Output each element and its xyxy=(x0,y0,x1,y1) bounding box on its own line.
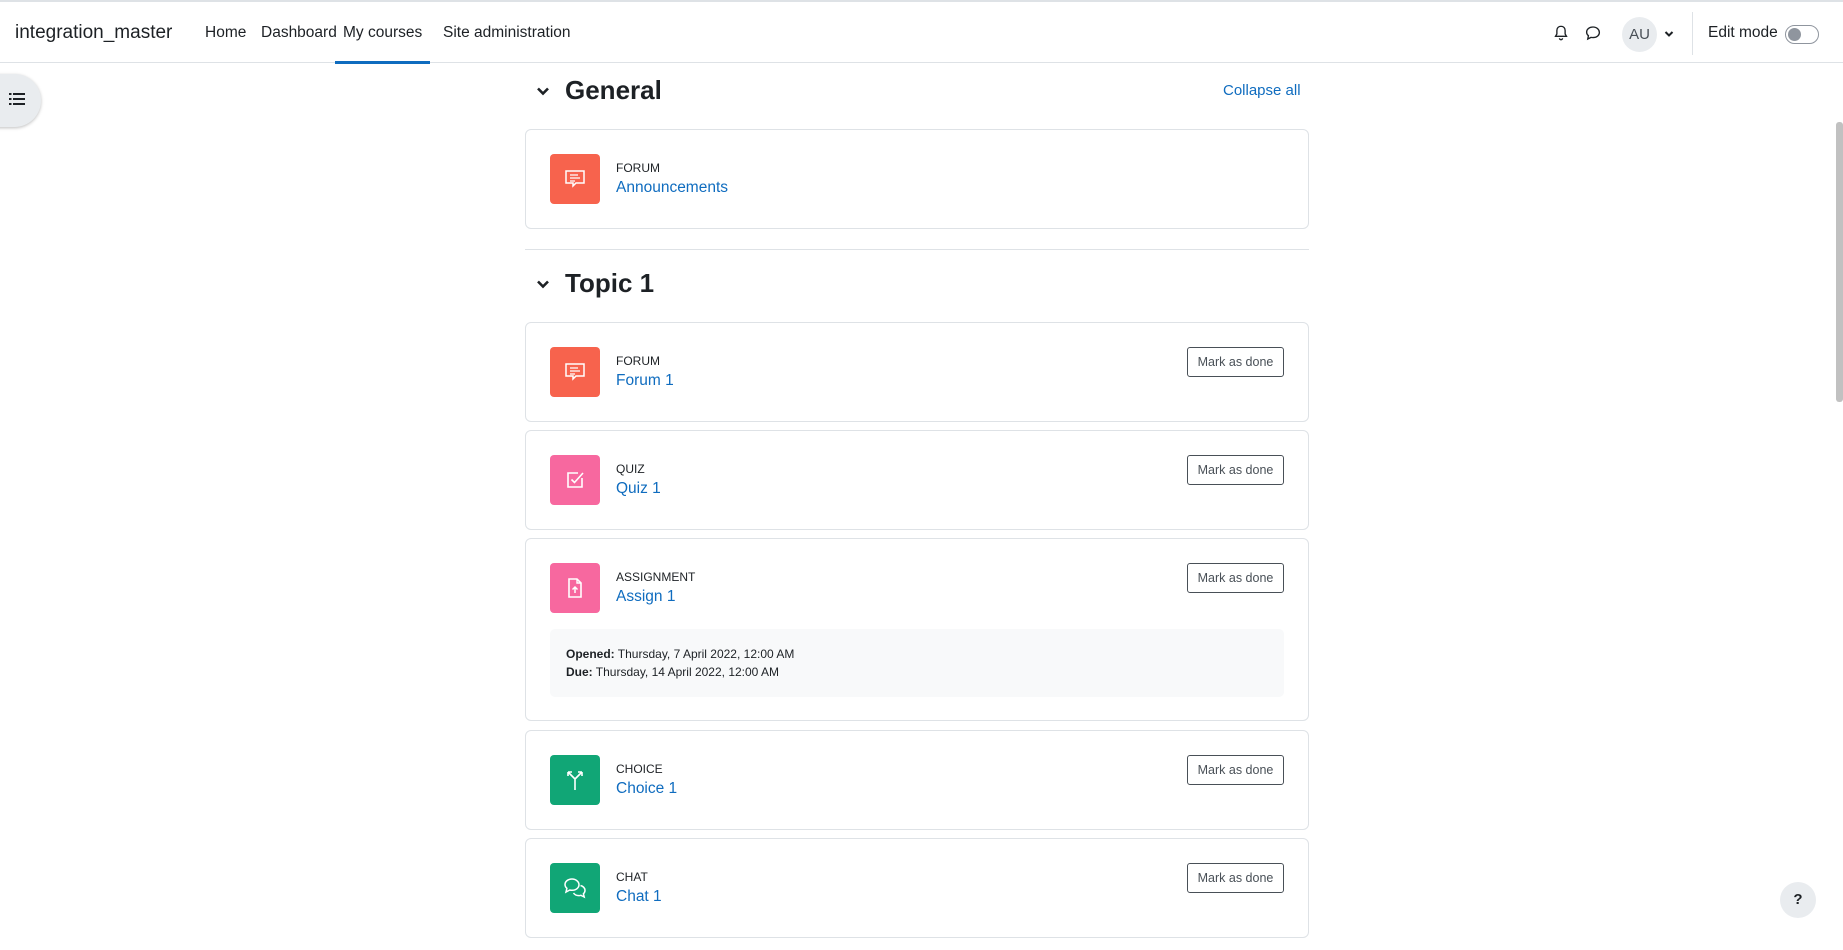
site-brand[interactable]: integration_master xyxy=(15,22,172,44)
activity-link[interactable]: Choice 1 xyxy=(616,780,677,798)
due-date: Due: Thursday, 14 April 2022, 12:00 AM xyxy=(566,665,780,679)
bell-icon[interactable] xyxy=(1552,24,1570,42)
page-scrollbar[interactable] xyxy=(1836,122,1843,402)
collapse-all-link[interactable]: Collapse all xyxy=(1223,82,1301,99)
mark-as-done-button[interactable]: Mark as done xyxy=(1187,755,1284,785)
activity-link[interactable]: Forum 1 xyxy=(616,372,674,390)
section-title-general[interactable]: General xyxy=(565,75,662,106)
activity-card-choice-1: CHOICE Choice 1 Mark as done xyxy=(525,730,1309,830)
help-button[interactable]: ? xyxy=(1780,882,1816,918)
nav-site-administration[interactable]: Site administration xyxy=(443,24,571,42)
activity-type: FORUM xyxy=(616,161,660,175)
activity-link[interactable]: Chat 1 xyxy=(616,888,662,906)
edit-mode-label: Edit mode xyxy=(1708,24,1778,41)
toggle-knob xyxy=(1788,28,1801,41)
top-navbar: integration_master Home Dashboard My cou… xyxy=(0,0,1843,64)
activity-card-assign-1: ASSIGNMENT Assign 1 Mark as done Opened:… xyxy=(525,538,1309,721)
course-index-toggle[interactable] xyxy=(0,74,41,127)
nav-my-courses[interactable]: My courses xyxy=(335,24,431,64)
activity-link[interactable]: Assign 1 xyxy=(616,588,675,606)
opened-date: Opened: Thursday, 7 April 2022, 12:00 AM xyxy=(566,647,795,661)
quiz-icon xyxy=(550,455,600,505)
activity-link[interactable]: Announcements xyxy=(616,179,728,197)
navbar-divider xyxy=(1692,12,1693,55)
mark-as-done-button[interactable]: Mark as done xyxy=(1187,347,1284,377)
forum-icon xyxy=(550,347,600,397)
section-title-topic-1[interactable]: Topic 1 xyxy=(565,268,654,299)
assignment-icon xyxy=(550,563,600,613)
activity-type: FORUM xyxy=(616,354,660,368)
section-divider xyxy=(525,249,1309,250)
activity-card-quiz-1: QUIZ Quiz 1 Mark as done xyxy=(525,430,1309,530)
chevron-down-icon[interactable] xyxy=(1663,28,1675,40)
activity-type: CHAT xyxy=(616,870,648,884)
activity-type: CHOICE xyxy=(616,762,663,776)
edit-mode-toggle[interactable] xyxy=(1785,25,1819,44)
list-icon xyxy=(9,93,25,105)
mark-as-done-button[interactable]: Mark as done xyxy=(1187,563,1284,593)
user-avatar[interactable]: AU xyxy=(1622,17,1657,52)
mark-as-done-button[interactable]: Mark as done xyxy=(1187,863,1284,893)
section-collapse-chevron-icon[interactable] xyxy=(535,83,551,99)
nav-dashboard[interactable]: Dashboard xyxy=(261,24,337,42)
activity-type: ASSIGNMENT xyxy=(616,570,696,584)
activity-card-forum-1: FORUM Forum 1 Mark as done xyxy=(525,322,1309,422)
mark-as-done-button[interactable]: Mark as done xyxy=(1187,455,1284,485)
activity-link[interactable]: Quiz 1 xyxy=(616,480,661,498)
activity-card-chat-1: CHAT Chat 1 Mark as done xyxy=(525,838,1309,938)
choice-icon xyxy=(550,755,600,805)
activity-card-announcements: FORUM Announcements xyxy=(525,129,1309,229)
chat-bubble-icon[interactable] xyxy=(1584,24,1602,42)
forum-icon xyxy=(550,154,600,204)
activity-dates: Opened: Thursday, 7 April 2022, 12:00 AM… xyxy=(550,629,1284,697)
chat-icon xyxy=(550,863,600,913)
nav-home[interactable]: Home xyxy=(205,24,246,42)
activity-type: QUIZ xyxy=(616,462,645,476)
section-collapse-chevron-icon[interactable] xyxy=(535,276,551,292)
